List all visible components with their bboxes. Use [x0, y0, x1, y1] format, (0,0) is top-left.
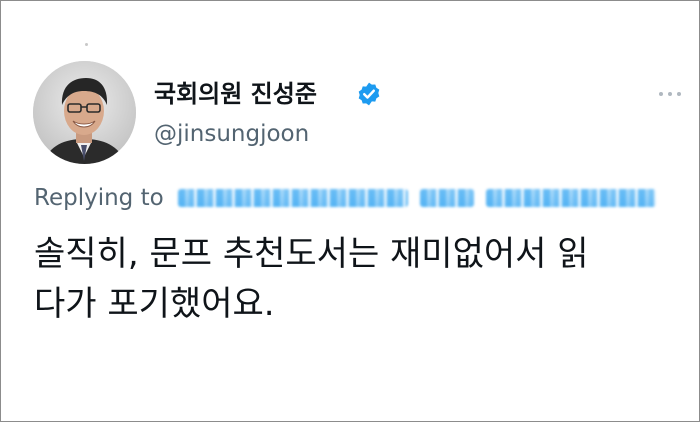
blurred-reply-target[interactable] — [177, 189, 408, 207]
verified-badge-icon — [358, 82, 380, 106]
blurred-reply-target-2[interactable] — [485, 189, 656, 207]
avatar-photo — [33, 61, 136, 164]
display-name[interactable]: 국회의원 진성준 — [154, 79, 317, 109]
tweet-text-line: 다가 포기했어요. — [34, 284, 275, 324]
avatar[interactable] — [33, 61, 136, 164]
tweet-card: 국회의원 진성준 @jinsungjoon Replying to 솔직히, 문… — [0, 0, 700, 422]
replying-to: Replying to — [34, 183, 656, 213]
more-options-icon[interactable] — [659, 92, 681, 96]
blurred-reply-target-and — [419, 189, 474, 207]
tweet-text-line: 솔직히, 문프 추천도서는 재미없어서 읽 — [34, 234, 589, 274]
user-handle[interactable]: @jinsungjoon — [154, 119, 309, 149]
replying-to-label: Replying to — [34, 185, 164, 211]
decorative-dot — [85, 43, 88, 46]
tweet-text: 솔직히, 문프 추천도서는 재미없어서 읽 다가 포기했어요. — [34, 229, 684, 329]
